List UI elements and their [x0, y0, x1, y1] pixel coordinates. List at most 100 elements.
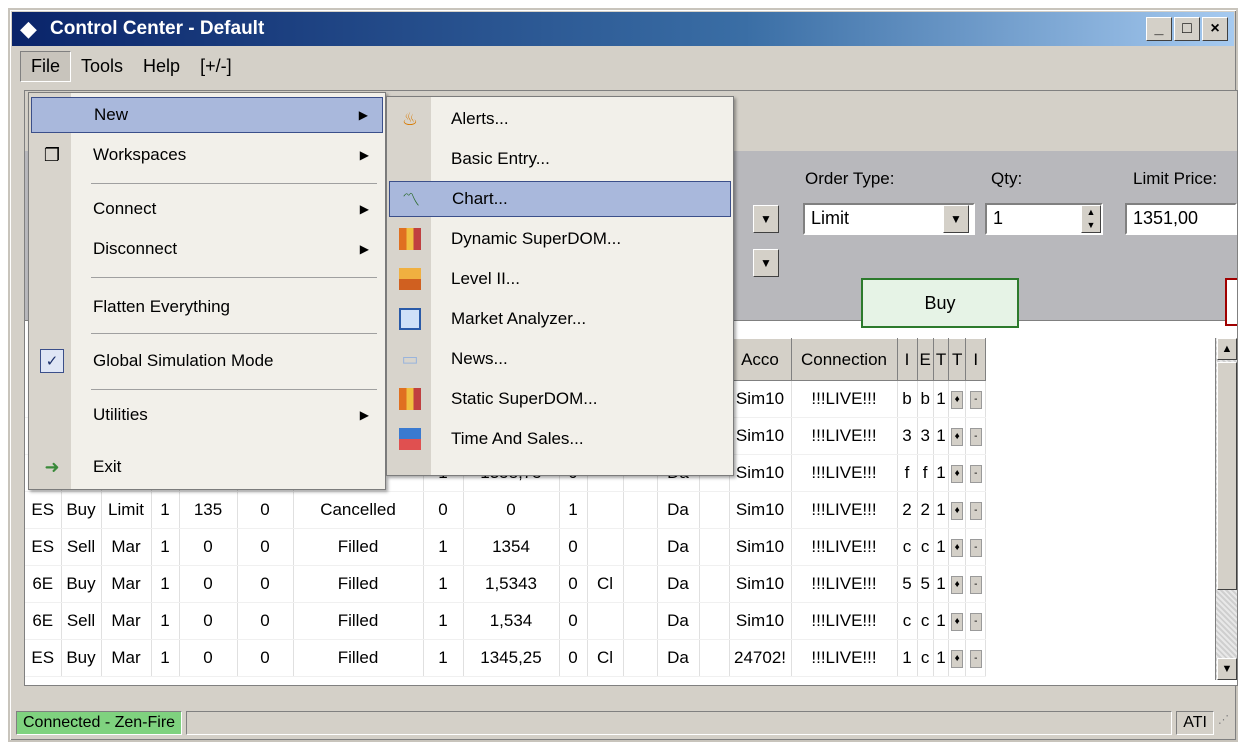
table-cell: Filled [293, 528, 424, 566]
table-cell: !!!LIVE!!! [791, 380, 898, 418]
column-header[interactable]: E [916, 338, 934, 381]
menu-item-exit[interactable]: ➜ Exit [31, 449, 383, 485]
instrument-dropdown-button[interactable]: ▼ [753, 205, 779, 233]
new-submenu: ♨ Alerts... Basic Entry... 〽 Chart... Dyna… [386, 96, 734, 476]
minimize-button[interactable]: _ [1146, 17, 1172, 41]
row-action-icon[interactable]: ♦ [948, 565, 967, 603]
column-header[interactable]: I [896, 338, 918, 381]
table-cell: 0 [559, 528, 588, 566]
table-cell: 1354 [463, 528, 560, 566]
menu-item-flatten-everything[interactable]: Flatten Everything [31, 289, 383, 325]
table-cell [623, 639, 658, 677]
menu-item-global-simulation-mode[interactable]: ✓ Global Simulation Mode [31, 343, 383, 379]
menu-item-workspaces[interactable]: ❐ Workspaces ▶ [31, 137, 383, 173]
table-cell: 1 [151, 491, 180, 529]
submenu-item-basic-entry[interactable]: Basic Entry... [389, 141, 731, 177]
table-row[interactable]: 6E Sell Mar 1 0 0 Filled 1 1,534 0 Da Sim10 !!!LIVE!… [25, 602, 987, 640]
submenu-item-static-superdom[interactable]: Static SuperDOM... [389, 381, 731, 417]
table-cell: !!!LIVE!!! [791, 602, 898, 640]
row-menu-icon[interactable]: - [965, 602, 987, 640]
row-menu-icon[interactable]: - [965, 417, 987, 455]
resize-grip-icon[interactable]: ⋰ [1218, 713, 1234, 733]
submenu-item-market-analyzer[interactable]: Market Analyzer... [389, 301, 731, 337]
menu-item-connect[interactable]: Connect ▶ [31, 191, 383, 227]
table-cell: 1 [933, 417, 950, 455]
title-bar[interactable]: ◆ Control Center - Default _ □ × [12, 12, 1234, 46]
row-menu-icon[interactable]: - [965, 565, 987, 603]
submenu-item-time-and-sales[interactable]: Time And Sales... [389, 421, 731, 457]
table-cell: Filled [293, 565, 424, 603]
menu-toggle[interactable]: [+/-] [190, 52, 242, 81]
menu-item-new[interactable]: New ▶ [31, 97, 383, 133]
submenu-item-dynamic-superdom[interactable]: Dynamic SuperDOM... [389, 221, 731, 257]
table-cell: 1 [423, 602, 464, 640]
column-header[interactable]: T [932, 338, 950, 381]
table-row[interactable]: ES Buy Mar 1 0 0 Filled 1 1345,25 0 Cl Da 24702! !!!L… [25, 639, 987, 677]
row-action-icon[interactable]: ♦ [948, 454, 967, 492]
table-cell: 5 [897, 565, 918, 603]
buy-button[interactable]: Buy [861, 278, 1019, 328]
table-cell: ES [25, 639, 62, 677]
row-action-icon[interactable]: ♦ [948, 639, 967, 677]
menu-tools[interactable]: Tools [71, 52, 133, 81]
submenu-item-chart[interactable]: 〽 Chart... [389, 181, 731, 217]
submenu-arrow-icon: ▶ [359, 148, 369, 162]
table-row[interactable]: ES Sell Mar 1 0 0 Filled 1 1354 0 Da Sim10 !!!LIVE!!… [25, 528, 987, 566]
row-action-icon[interactable]: ♦ [948, 380, 967, 418]
table-cell: 1 [559, 491, 588, 529]
table-cell: Limit [101, 491, 152, 529]
menu-separator [91, 183, 377, 184]
scroll-thumb[interactable] [1217, 362, 1237, 590]
row-menu-icon[interactable]: - [965, 380, 987, 418]
menu-separator [91, 333, 377, 334]
table-cell: Mar [101, 565, 152, 603]
column-header[interactable]: I [965, 338, 987, 381]
scroll-down-button[interactable]: ▼ [1217, 658, 1237, 680]
row-action-icon[interactable]: ♦ [948, 528, 967, 566]
qty-stepper[interactable]: ▲ ▼ [1081, 205, 1101, 233]
row-action-icon[interactable]: ♦ [948, 417, 967, 455]
maximize-button[interactable]: □ [1174, 17, 1200, 41]
table-cell: !!!LIVE!!! [791, 565, 898, 603]
table-cell: 0 [423, 491, 464, 529]
column-header[interactable]: Acco [728, 338, 792, 381]
table-cell: Sim10 [729, 417, 792, 455]
account-dropdown-button[interactable]: ▼ [753, 249, 779, 277]
submenu-item-alerts[interactable]: ♨ Alerts... [389, 101, 731, 137]
row-menu-icon[interactable]: - [965, 491, 987, 529]
table-row[interactable]: 6E Buy Mar 1 0 0 Filled 1 1,5343 0 Cl Da Sim10 !!!LIV… [25, 565, 987, 603]
row-menu-icon[interactable]: - [965, 639, 987, 677]
table-cell: 1 [897, 639, 918, 677]
exit-icon: ➜ [44, 456, 60, 477]
table-cell [623, 528, 658, 566]
table-cell: ES [25, 528, 62, 566]
limit-price-field[interactable]: 1351,00 [1125, 203, 1237, 235]
submenu-item-level-ii[interactable]: Level II... [389, 261, 731, 297]
menu-file[interactable]: File [20, 50, 72, 82]
row-menu-icon[interactable]: - [965, 454, 987, 492]
row-action-icon[interactable]: ♦ [948, 491, 967, 529]
app-icon: ◆ [20, 16, 37, 41]
vertical-scrollbar[interactable]: ▲ ▼ [1215, 338, 1237, 680]
sell-button[interactable] [1225, 278, 1237, 326]
submenu-item-news[interactable]: ▭ News... [389, 341, 731, 377]
column-header[interactable]: Connection [790, 338, 898, 381]
table-cell: 3 [897, 417, 918, 455]
column-header[interactable]: T [948, 338, 967, 381]
table-row[interactable]: ES Buy Limit 1 135 0 Cancelled 0 0 1 Da Sim10 !!!LIV… [25, 491, 987, 529]
row-menu-icon[interactable]: - [965, 528, 987, 566]
order-type-dropdown-button[interactable]: ▼ [943, 205, 969, 233]
submenu-arrow-icon: ▶ [359, 242, 369, 256]
menu-help[interactable]: Help [133, 52, 190, 81]
table-cell: Sim10 [729, 454, 792, 492]
row-action-icon[interactable]: ♦ [948, 602, 967, 640]
table-cell: 0 [237, 602, 294, 640]
table-cell: Buy [61, 639, 102, 677]
menu-item-disconnect[interactable]: Disconnect ▶ [31, 231, 383, 267]
close-button[interactable]: × [1202, 17, 1228, 41]
scroll-up-button[interactable]: ▲ [1217, 338, 1237, 360]
table-cell: Mar [101, 639, 152, 677]
table-cell: 1 [151, 639, 180, 677]
table-cell: 1 [933, 454, 950, 492]
menu-item-utilities[interactable]: Utilities ▶ [31, 397, 383, 433]
